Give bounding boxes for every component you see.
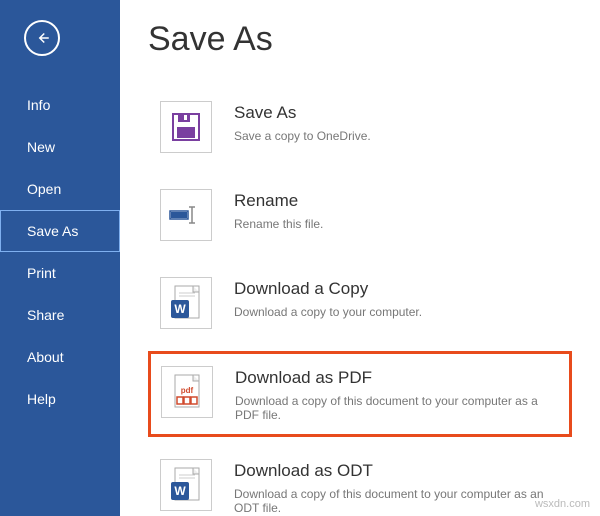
- back-button[interactable]: [24, 20, 60, 56]
- sidebar-item-help[interactable]: Help: [0, 378, 120, 420]
- svg-text:pdf: pdf: [181, 386, 194, 395]
- option-rename[interactable]: Rename Rename this file.: [148, 175, 572, 255]
- option-download-odt[interactable]: W Download as ODT Download a copy of thi…: [148, 445, 572, 516]
- sidebar-item-label: Open: [27, 181, 61, 197]
- sidebar-item-share[interactable]: Share: [0, 294, 120, 336]
- option-text: Download as PDF Download a copy of this …: [235, 366, 559, 422]
- odt-doc-icon: W: [160, 459, 212, 511]
- back-arrow-icon: [33, 29, 51, 47]
- option-desc: Rename this file.: [234, 217, 323, 231]
- option-title: Download as PDF: [235, 368, 559, 388]
- option-text: Rename Rename this file.: [234, 189, 323, 231]
- main-panel: Save As Save As Save a copy to OneDrive.…: [120, 0, 600, 516]
- watermark: wsxdn.com: [535, 498, 590, 510]
- sidebar-item-about[interactable]: About: [0, 336, 120, 378]
- option-title: Download as ODT: [234, 461, 560, 481]
- sidebar-item-label: Info: [27, 97, 50, 113]
- svg-text:W: W: [174, 302, 186, 316]
- word-doc-icon: W: [160, 277, 212, 329]
- option-title: Rename: [234, 191, 323, 211]
- option-text: Download a Copy Download a copy to your …: [234, 277, 422, 319]
- option-download-copy[interactable]: W Download a Copy Download a copy to you…: [148, 263, 572, 343]
- sidebar-item-label: Share: [27, 307, 64, 323]
- sidebar-item-label: Help: [27, 391, 56, 407]
- option-desc: Save a copy to OneDrive.: [234, 129, 371, 143]
- floppy-icon: [160, 101, 212, 153]
- option-download-pdf[interactable]: pdf Download as PDF Download a copy of t…: [148, 351, 572, 437]
- option-title: Save As: [234, 103, 371, 123]
- option-text: Save As Save a copy to OneDrive.: [234, 101, 371, 143]
- sidebar: Info New Open Save As Print Share About …: [0, 0, 120, 516]
- svg-text:W: W: [174, 484, 186, 498]
- option-save-as[interactable]: Save As Save a copy to OneDrive.: [148, 87, 572, 167]
- sidebar-item-new[interactable]: New: [0, 126, 120, 168]
- option-desc: Download a copy of this document to your…: [234, 487, 560, 515]
- sidebar-item-open[interactable]: Open: [0, 168, 120, 210]
- sidebar-item-info[interactable]: Info: [0, 84, 120, 126]
- rename-icon: [160, 189, 212, 241]
- sidebar-item-label: Save As: [27, 223, 78, 239]
- option-title: Download a Copy: [234, 279, 422, 299]
- option-desc: Download a copy to your computer.: [234, 305, 422, 319]
- sidebar-item-label: About: [27, 349, 64, 365]
- sidebar-item-save-as[interactable]: Save As: [0, 210, 120, 252]
- option-text: Download as ODT Download a copy of this …: [234, 459, 560, 515]
- sidebar-item-print[interactable]: Print: [0, 252, 120, 294]
- sidebar-item-label: New: [27, 139, 55, 155]
- option-desc: Download a copy of this document to your…: [235, 394, 559, 422]
- pdf-doc-icon: pdf: [161, 366, 213, 418]
- sidebar-item-label: Print: [27, 265, 56, 281]
- page-title: Save As: [148, 20, 572, 59]
